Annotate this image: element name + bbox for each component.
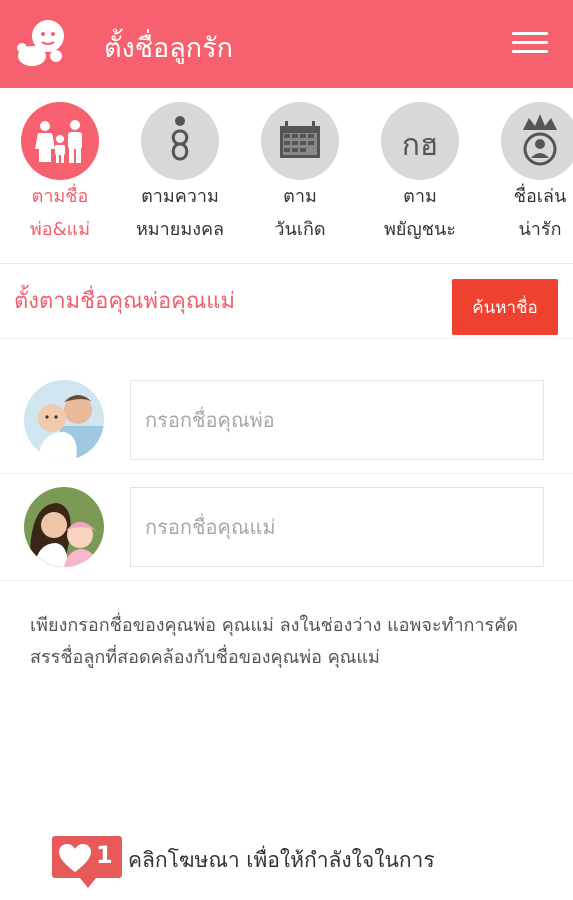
- father-avatar: [24, 380, 104, 460]
- category-label-line2: วันเกิด: [274, 219, 326, 240]
- heart-icon: [59, 844, 91, 872]
- ad-support-banner[interactable]: 1 คลิกโฆษณา เพื่อให้กำลังใจในการ: [52, 836, 532, 892]
- father-name-input[interactable]: [130, 380, 544, 460]
- category-label-line1: ตาม: [283, 186, 317, 207]
- category-birthday[interactable]: ตาม วันเกิด: [238, 102, 362, 252]
- hamburger-menu-icon[interactable]: [508, 26, 552, 62]
- app-bar: ตั้งชื่อลูกรัก: [0, 0, 573, 88]
- category-label-line1: ตามความ: [141, 186, 219, 207]
- calendar-icon: [261, 102, 339, 180]
- crowned-child-icon: [501, 102, 573, 180]
- father-row: [0, 368, 573, 474]
- thai-letters-icon: กฮ: [381, 102, 459, 180]
- baby-logo-icon: [10, 12, 74, 76]
- mother-row: [0, 475, 573, 581]
- like-count: 1: [96, 841, 113, 869]
- category-cute-nickname[interactable]: ชื่อเล่น น่ารัก: [478, 102, 573, 252]
- category-label-line1: ชื่อเล่น: [513, 186, 567, 207]
- category-auspicious-meaning[interactable]: ตามความ หมายมงคล: [118, 102, 242, 252]
- section-header: ตั้งตามชื่อคุณพ่อคุณแม่ ค้นหาชื่อ: [0, 265, 573, 339]
- ad-support-text: คลิกโฆษณา เพื่อให้กำลังใจในการ: [128, 848, 435, 872]
- category-label-line2: หมายมงคล: [135, 219, 225, 240]
- category-parents-names[interactable]: ตามชื่อ พ่อ&แม่: [0, 102, 122, 252]
- category-consonant[interactable]: กฮ ตาม พยัญชนะ: [358, 102, 482, 252]
- category-label-line2: น่ารัก: [518, 219, 562, 240]
- category-label-line1: ตามชื่อ: [31, 186, 89, 207]
- mother-avatar: [24, 487, 104, 567]
- family-icon: [21, 102, 99, 180]
- instruction-text: เพียงกรอกชื่อของคุณพ่อ คุณแม่ ลงในช่องว่…: [30, 615, 518, 668]
- section-title: ตั้งตามชื่อคุณพ่อคุณแม่: [14, 289, 235, 314]
- app-title: ตั้งชื่อลูกรัก: [104, 33, 234, 64]
- category-label-line1: ตาม: [403, 186, 437, 207]
- category-bar: ตามชื่อ พ่อ&แม่ ตามความ หมายมงคล ตาม วัน…: [0, 88, 573, 264]
- search-button[interactable]: ค้นหาชื่อ: [452, 279, 558, 335]
- thai-numeral-icon: [141, 102, 219, 180]
- like-badge: 1: [52, 836, 122, 888]
- mother-name-input[interactable]: [130, 487, 544, 567]
- thai-letters-glyph: กฮ: [401, 128, 439, 163]
- category-label-line2: พ่อ&แม่: [29, 219, 91, 240]
- category-label-line2: พยัญชนะ: [384, 219, 456, 240]
